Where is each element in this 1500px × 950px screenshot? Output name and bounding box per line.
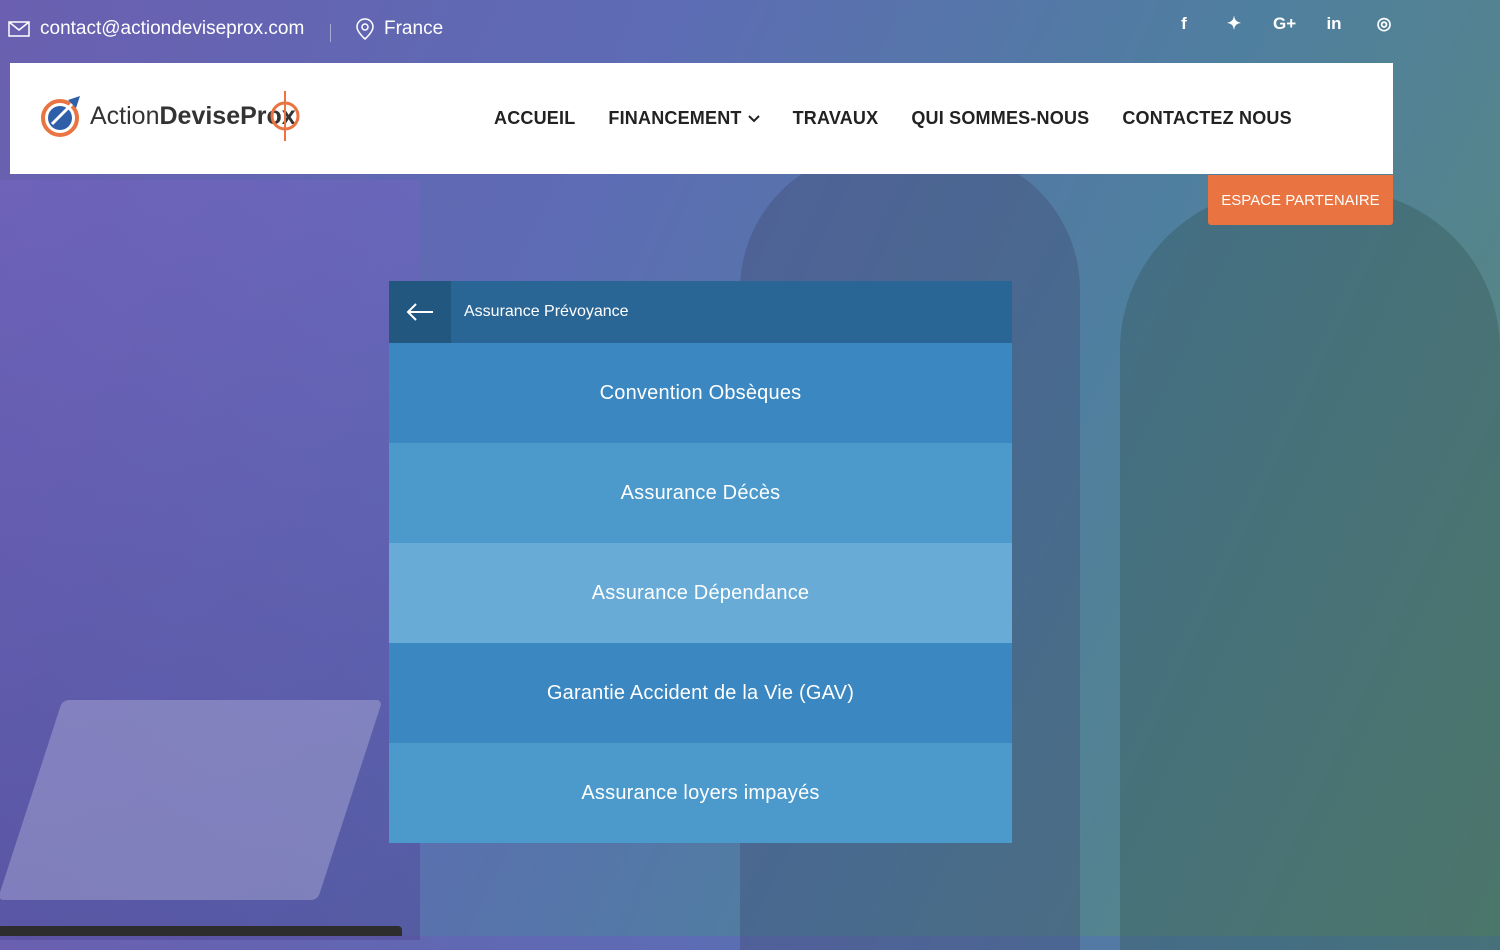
nav-financement[interactable]: FINANCEMENT xyxy=(608,108,760,129)
back-button[interactable] xyxy=(389,281,451,343)
main-navbar: Action DeviseProx ACCUEIL FINANCEMENT TR… xyxy=(10,63,1393,174)
google-plus-icon[interactable]: G+ xyxy=(1273,14,1296,34)
submenu-panel: Assurance Prévoyance Convention Obsèques… xyxy=(389,281,1012,843)
background-photo-person xyxy=(1120,190,1500,950)
instagram-icon[interactable]: ◎ xyxy=(1373,14,1395,34)
nav-contactez-nous[interactable]: CONTACTEZ NOUS xyxy=(1122,108,1291,129)
logo-arrow-icon xyxy=(41,96,80,137)
menu-item-assurance-deces[interactable]: Assurance Décès xyxy=(389,443,1012,543)
site-logo[interactable]: Action DeviseProx xyxy=(40,91,300,141)
logo-text-action: Action xyxy=(90,101,160,130)
location-text: France xyxy=(384,18,444,39)
partner-space-button[interactable]: ESPACE PARTENAIRE xyxy=(1208,175,1393,225)
social-links: f ✦ G+ in ◎ xyxy=(1173,14,1395,34)
submenu-title: Assurance Prévoyance xyxy=(464,303,629,320)
menu-item-garantie-accident[interactable]: Garantie Accident de la Vie (GAV) xyxy=(389,643,1012,743)
primary-nav: ACCUEIL FINANCEMENT TRAVAUX QUI SOMMES-N… xyxy=(494,63,1292,174)
twitter-icon[interactable]: ✦ xyxy=(1223,14,1245,34)
arrow-left-icon xyxy=(406,303,433,321)
map-pin-icon xyxy=(356,18,374,40)
logo-target-icon xyxy=(270,91,300,141)
email-text: contact@actiondeviseprox.com xyxy=(40,18,305,39)
contact-email[interactable]: contact@actiondeviseprox.com xyxy=(8,18,304,40)
background-photo-laptop xyxy=(0,700,383,900)
nav-financement-label: FINANCEMENT xyxy=(608,108,742,128)
nav-travaux[interactable]: TRAVAUX xyxy=(793,108,879,129)
separator xyxy=(330,24,331,42)
nav-accueil[interactable]: ACCUEIL xyxy=(494,108,575,129)
location: France xyxy=(356,18,443,40)
facebook-icon[interactable]: f xyxy=(1173,14,1195,34)
envelope-icon xyxy=(8,21,30,37)
submenu-header: Assurance Prévoyance xyxy=(389,281,1012,343)
bottom-bar xyxy=(0,926,402,936)
menu-item-loyers-impayes[interactable]: Assurance loyers impayés xyxy=(389,743,1012,843)
menu-item-assurance-dependance[interactable]: Assurance Dépendance xyxy=(389,543,1012,643)
nav-qui-sommes-nous[interactable]: QUI SOMMES-NOUS xyxy=(911,108,1089,129)
chevron-down-icon xyxy=(747,114,760,122)
linkedin-icon[interactable]: in xyxy=(1323,14,1345,34)
menu-item-convention-obseques[interactable]: Convention Obsèques xyxy=(389,343,1012,443)
top-bar: contact@actiondeviseprox.com France f ✦ … xyxy=(0,0,1500,62)
